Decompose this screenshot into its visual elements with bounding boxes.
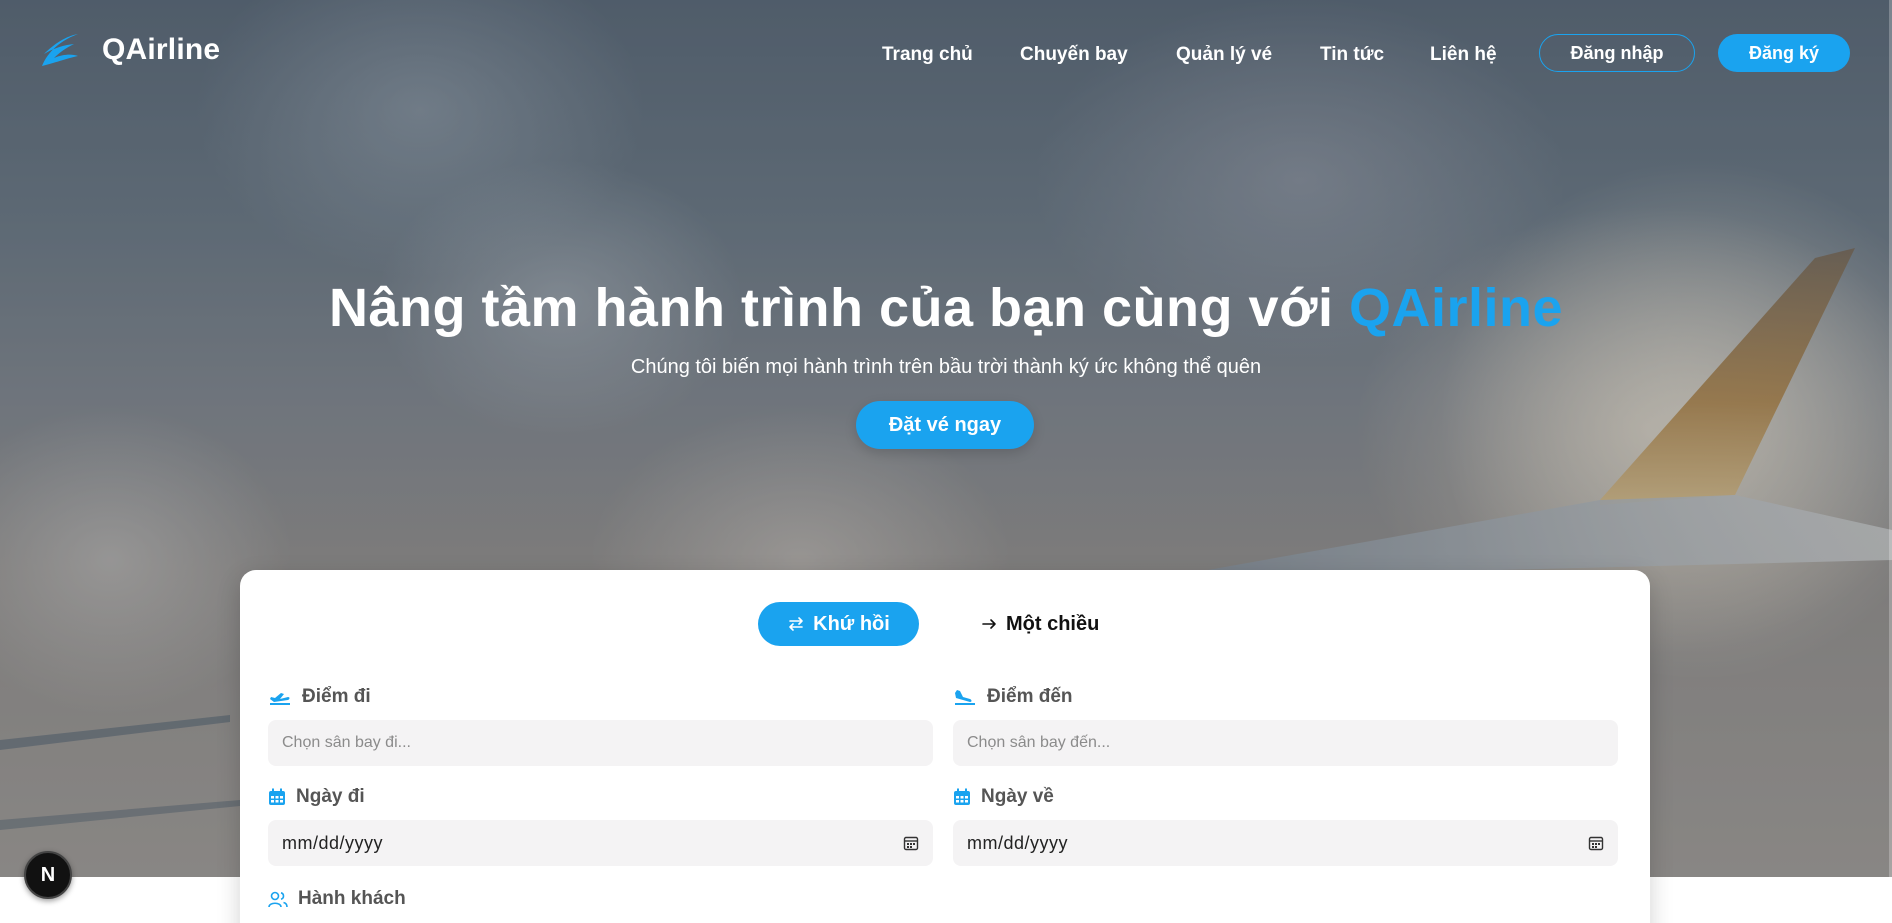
depart-date-input[interactable]: mm/dd/yyyy — [268, 820, 933, 866]
nav-item-home[interactable]: Trang chủ — [882, 44, 973, 66]
tab-one-way-label: Một chiều — [1006, 612, 1100, 635]
swap-arrows-icon — [789, 617, 803, 631]
tab-round-trip-label: Khứ hồi — [813, 612, 890, 635]
dev-tools-badge[interactable]: N — [24, 851, 72, 899]
tab-one-way[interactable]: Một chiều — [980, 602, 1099, 646]
hero-title-accent: QAirline — [1348, 278, 1564, 338]
calendar-icon — [269, 788, 285, 805]
page: QAirline Trang chủ Chuyến bay Quản lý vé… — [0, 0, 1892, 923]
hero-subtitle: Chúng tôi biến mọi hành trình trên bầu t… — [630, 356, 1262, 378]
logo[interactable]: QAirline — [38, 30, 220, 70]
depart-date-label-text: Ngày đi — [296, 786, 365, 807]
depart-date-value: mm/dd/yyyy — [282, 832, 384, 853]
return-date-label: Ngày về — [953, 786, 1054, 808]
book-now-button[interactable]: Đặt vé ngay — [856, 401, 1034, 449]
tab-round-trip[interactable]: Khứ hồi — [758, 602, 919, 646]
from-airport-input[interactable]: Chọn sân bay đi... — [268, 720, 933, 766]
return-date-label-text: Ngày về — [981, 786, 1054, 807]
login-button[interactable]: Đăng nhập — [1539, 34, 1695, 72]
return-date-input[interactable]: mm/dd/yyyy — [953, 820, 1618, 866]
to-airport-input[interactable]: Chọn sân bay đến... — [953, 720, 1618, 766]
hero-title-text: Nâng tầm hành trình của bạn cùng với — [328, 278, 1349, 338]
depart-date-label: Ngày đi — [268, 786, 365, 808]
register-button[interactable]: Đăng ký — [1718, 34, 1850, 72]
plane-departure-icon — [270, 693, 290, 705]
arrow-right-icon — [982, 619, 996, 629]
nav-item-contact[interactable]: Liên hệ — [1430, 44, 1497, 66]
nav-item-manage-tickets[interactable]: Quản lý vé — [1176, 44, 1272, 66]
hero-title: Nâng tầm hành trình của bạn cùng với QAi… — [0, 277, 1892, 339]
from-label: Điểm đi — [268, 686, 371, 708]
nav-item-flights[interactable]: Chuyến bay — [1020, 44, 1128, 66]
to-label-text: Điểm đến — [987, 686, 1073, 707]
users-icon — [268, 891, 288, 908]
to-label: Điểm đến — [953, 686, 1073, 708]
plane-arrival-icon — [955, 690, 975, 705]
booking-card: Khứ hồi Một chiều Điểm đi Chọn sân bay đ… — [240, 570, 1650, 923]
bird-logo-icon — [42, 34, 78, 66]
date-picker-icon[interactable] — [1588, 835, 1604, 851]
nav-item-news[interactable]: Tin tức — [1320, 44, 1384, 66]
from-label-text: Điểm đi — [302, 686, 371, 707]
brand-name: QAirline — [102, 33, 221, 66]
return-date-value: mm/dd/yyyy — [967, 832, 1069, 853]
passengers-label: Hành khách — [268, 888, 406, 910]
calendar-icon — [954, 788, 970, 805]
passengers-label-text: Hành khách — [298, 888, 406, 909]
date-picker-icon[interactable] — [903, 835, 919, 851]
